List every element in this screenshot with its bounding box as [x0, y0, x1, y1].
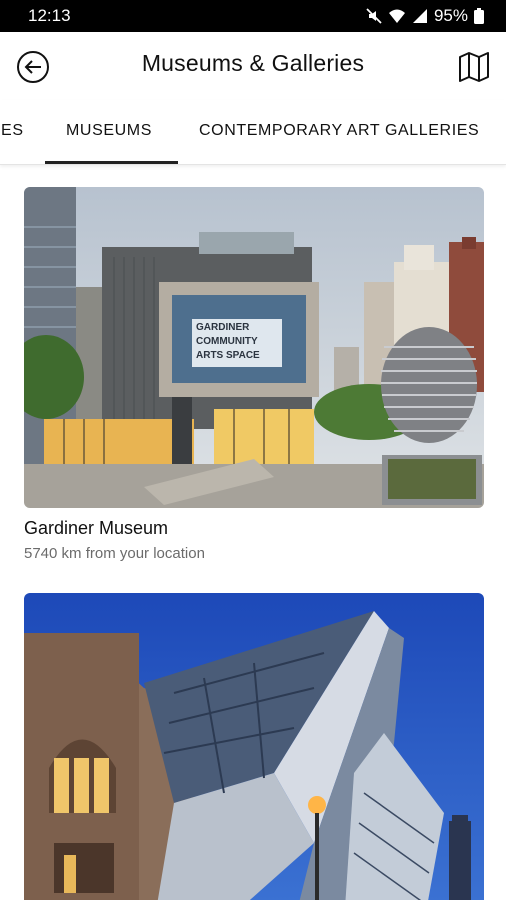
status-bar: 12:13 95%	[0, 0, 506, 32]
mute-icon	[366, 8, 382, 24]
place-name[interactable]: Gardiner Museum	[24, 518, 168, 539]
page-title: Museums & Galleries	[141, 50, 365, 76]
battery-icon	[474, 8, 484, 24]
place-card-image[interactable]: GARDINER COMMUNITY ARTS SPACE	[24, 187, 484, 508]
map-button[interactable]	[456, 49, 492, 85]
app-bar: Museums & Galleries	[0, 32, 506, 100]
map-icon	[459, 52, 489, 82]
status-time: 12:13	[28, 6, 71, 25]
museum-photo	[24, 593, 484, 900]
signal-icon	[412, 9, 427, 23]
sign-line-2: COMMUNITY	[196, 336, 258, 347]
wifi-icon	[388, 9, 405, 23]
museum-photo: GARDINER COMMUNITY ARTS SPACE	[24, 187, 484, 508]
battery-percent: 95%	[433, 6, 468, 25]
tab-galleries[interactable]: IES	[0, 122, 24, 140]
place-distance: 5740 km from your location	[24, 545, 205, 562]
category-tabs: IES MUSEUMS CONTEMPORARY ART GALLERIES	[0, 100, 506, 165]
tab-museums[interactable]: MUSEUMS	[66, 122, 152, 140]
place-card-image[interactable]	[24, 593, 484, 900]
status-icons: 95%	[366, 6, 484, 26]
tab-contemporary-art-galleries[interactable]: CONTEMPORARY ART GALLERIES	[199, 122, 479, 140]
places-list[interactable]: GARDINER COMMUNITY ARTS SPACE Gardiner M…	[0, 165, 506, 900]
sign-line-3: ARTS SPACE	[196, 350, 260, 361]
tab-selected-indicator	[45, 161, 178, 164]
sign-line-1: GARDINER	[196, 322, 250, 333]
